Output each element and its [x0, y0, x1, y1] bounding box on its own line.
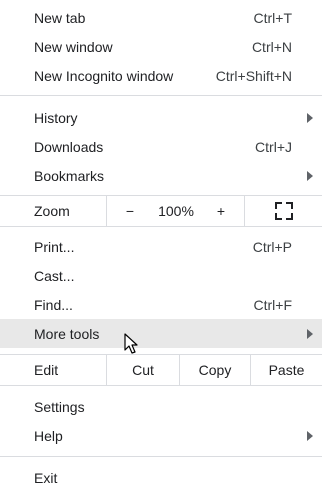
- menu-item-label: New window: [34, 38, 113, 55]
- menu-separator: [0, 226, 322, 227]
- zoom-level: 100%: [158, 203, 194, 219]
- menu-item-label: Exit: [34, 469, 58, 486]
- zoom-divider: [244, 196, 245, 226]
- mouse-pointer-icon: [124, 333, 138, 354]
- menu-item-settings[interactable]: Settings: [0, 392, 322, 421]
- menu-item-new-window[interactable]: New window Ctrl+N: [0, 32, 322, 61]
- menu-item-label: Find...: [34, 296, 73, 313]
- submenu-arrow-icon: [307, 171, 313, 181]
- fullscreen-icon[interactable]: [275, 202, 293, 220]
- menu-item-history[interactable]: History: [0, 103, 322, 132]
- menu-item-shortcut: Ctrl+J: [255, 138, 292, 155]
- menu-item-shortcut: Ctrl+N: [251, 38, 292, 55]
- cut-button[interactable]: Cut: [107, 362, 179, 378]
- menu-item-shortcut: Ctrl+F: [253, 296, 293, 313]
- menu-item-exit[interactable]: Exit: [0, 463, 322, 492]
- paste-button[interactable]: Paste: [251, 362, 322, 378]
- menu-item-new-incognito-window[interactable]: New Incognito window Ctrl+Shift+N: [0, 61, 322, 90]
- menu-item-help[interactable]: Help: [0, 421, 322, 450]
- menu-separator: [0, 456, 322, 457]
- menu-item-new-tab[interactable]: New tab Ctrl+T: [0, 3, 322, 32]
- menu-item-label: Bookmarks: [34, 167, 105, 184]
- menu-item-label: Help: [34, 427, 63, 444]
- menu-separator: [0, 95, 322, 96]
- menu-separator: [0, 385, 322, 386]
- edit-label: Edit: [34, 362, 59, 378]
- menu-item-find[interactable]: Find... Ctrl+F: [0, 290, 322, 319]
- copy-button[interactable]: Copy: [180, 362, 250, 378]
- menu-item-label: New tab: [34, 9, 86, 26]
- zoom-label: Zoom: [34, 203, 70, 219]
- zoom-out-button[interactable]: −: [120, 203, 140, 219]
- menu-item-label: Print...: [34, 238, 75, 255]
- menu-item-cast[interactable]: Cast...: [0, 261, 322, 290]
- menu-item-label: Downloads: [34, 138, 104, 155]
- menu-item-bookmarks[interactable]: Bookmarks: [0, 161, 322, 190]
- chrome-main-menu: New tab Ctrl+T New window Ctrl+N New Inc…: [0, 0, 322, 492]
- zoom-divider: [106, 196, 107, 226]
- menu-item-label: More tools: [34, 325, 100, 342]
- zoom-row: Zoom − 100% +: [0, 196, 322, 226]
- menu-item-shortcut: Ctrl+P: [252, 238, 292, 255]
- submenu-arrow-icon: [307, 113, 313, 123]
- menu-item-label: Settings: [34, 398, 85, 415]
- zoom-in-button[interactable]: +: [211, 203, 231, 219]
- submenu-arrow-icon: [307, 431, 313, 441]
- menu-item-label: New Incognito window: [34, 67, 174, 84]
- menu-item-shortcut: Ctrl+T: [253, 9, 293, 26]
- menu-item-label: History: [34, 109, 78, 126]
- menu-item-shortcut: Ctrl+Shift+N: [215, 67, 292, 84]
- submenu-arrow-icon: [307, 329, 313, 339]
- menu-item-downloads[interactable]: Downloads Ctrl+J: [0, 132, 322, 161]
- menu-item-print[interactable]: Print... Ctrl+P: [0, 232, 322, 261]
- menu-item-more-tools[interactable]: More tools: [0, 319, 322, 348]
- menu-item-label: Cast...: [34, 267, 75, 284]
- edit-row: Edit Cut Copy Paste: [0, 355, 322, 385]
